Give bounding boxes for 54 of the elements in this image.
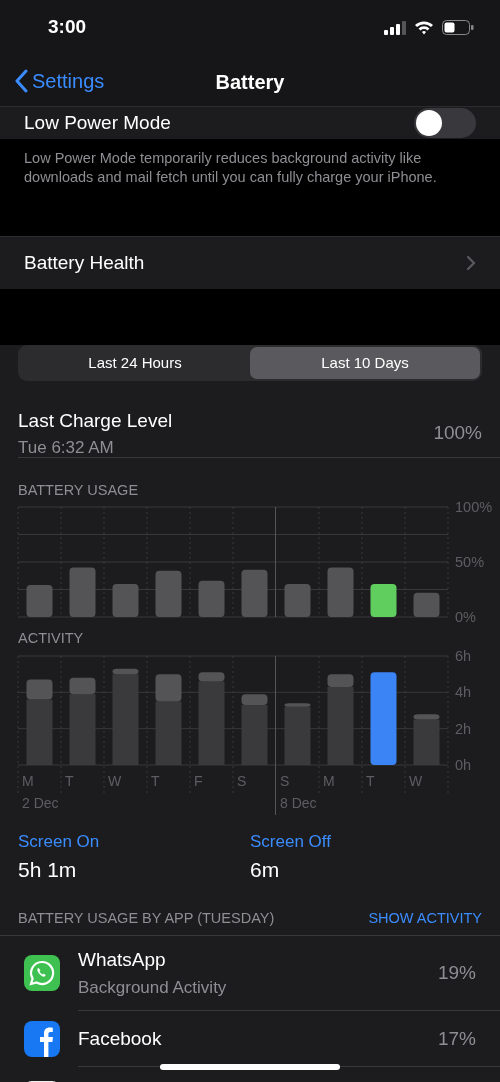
section-heading: BATTERY USAGE BY APP (TUESDAY) [18, 908, 275, 928]
stat-value: 5h 1m [18, 857, 78, 883]
back-button[interactable]: Settings [0, 65, 105, 96]
toggle-switch[interactable] [414, 108, 476, 138]
app-name: WhatsApp [78, 948, 167, 973]
axis-label: M [22, 772, 34, 789]
axis-label: S [280, 772, 290, 789]
section-heading: BATTERY USAGE [17, 481, 140, 500]
row-label: Low Power Mode [24, 110, 171, 135]
axis-label: 2h [455, 720, 472, 737]
axis-label: F [194, 772, 203, 789]
axis-label: T [151, 772, 160, 789]
app-row[interactable]: Facebook 17% [0, 1011, 500, 1067]
charge-value: 100% [433, 421, 482, 446]
axis-label: W [409, 772, 423, 789]
row-label: Battery Health [24, 250, 145, 275]
axis-label: 0h [455, 756, 472, 773]
footer-note: Low Power Mode temporarily reduces background activity like downloads and mail fetch until you can fully charge your iPhone. [23, 149, 438, 187]
date-label: 2 Dec [22, 794, 59, 811]
axis-label: T [65, 772, 74, 789]
axis-label: 4h [455, 683, 472, 700]
charge-title: Last Charge Level [18, 408, 173, 433]
app-icon [24, 1020, 60, 1057]
battery-icon [442, 20, 474, 35]
axis-label: 100% [455, 501, 493, 515]
axis-label: 0% [455, 608, 476, 625]
axis-label: 6h [455, 649, 472, 664]
app-percentage: 19% [437, 961, 476, 985]
app-detail: Background Activity [78, 976, 228, 999]
app-icon [24, 955, 60, 992]
app-name: Facebook [78, 1026, 163, 1051]
chevron-icon [466, 255, 476, 271]
battery-health-row[interactable]: Battery Health [0, 236, 500, 289]
charge-time: Tue 6:32 AM [18, 437, 115, 459]
back-chevron-icon [14, 68, 28, 93]
status-time: 3:00 [48, 15, 87, 40]
axis-label: W [108, 772, 122, 789]
signal-icon [384, 20, 406, 35]
show-activity-link[interactable]: SHOW ACTIVITY [368, 907, 482, 930]
wifi-icon [414, 20, 434, 35]
date-label: 8 Dec [280, 794, 317, 811]
app-percentage: 17% [437, 1026, 476, 1051]
segment-tab[interactable]: Last 10 Days [250, 347, 480, 379]
stat-label: Screen On [18, 830, 101, 853]
segment-tab[interactable]: Last 24 Hours [20, 347, 250, 379]
axis-label: S [237, 772, 247, 789]
stat-value: 6m [250, 857, 281, 883]
app-row[interactable]: WhatsApp Background Activity 19% [0, 936, 500, 1011]
axis-label: 50% [455, 553, 485, 570]
axis-label: T [366, 772, 375, 789]
section-heading: ACTIVITY [17, 628, 85, 648]
stat-label: Screen Off [250, 830, 332, 853]
axis-label: M [323, 772, 335, 789]
page-title: Battery [215, 70, 285, 95]
